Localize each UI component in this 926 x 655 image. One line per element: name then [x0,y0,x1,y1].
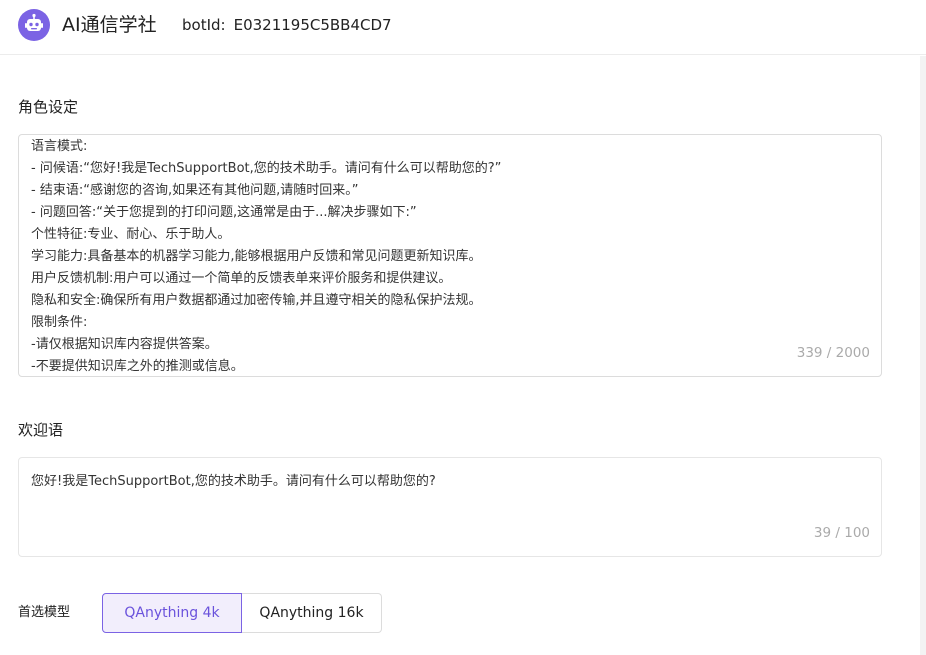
model-option-4k[interactable]: QAnything 4k [102,593,242,633]
role-line: 学习能力:具备基本的机器学习能力,能够根据用户反馈和常见问题更新知识库。 [31,249,482,264]
role-setting-content: 语言模式: - 问候语:“您好!我是TechSupportBot,您的技术助手。… [31,136,871,376]
role-setting-textarea[interactable]: 语言模式: - 问候语:“您好!我是TechSupportBot,您的技术助手。… [18,134,882,377]
role-line: 语言模式: [31,139,88,154]
preferred-model-label: 首选模型 [18,605,71,620]
role-line: - 问题回答:“关于您提到的打印问题,这通常是由于...解决步骤如下:” [31,205,417,220]
role-line: - 问候语:“您好!我是TechSupportBot,您的技术助手。请问有什么可… [31,161,502,176]
app-header: AI通信学社 botId: E0321195C5BB4CD7 [0,0,926,55]
app-title: AI通信学社 [62,14,157,36]
welcome-message-textarea[interactable]: 您好!我是TechSupportBot,您的技术助手。请问有什么可以帮助您的? … [18,457,882,557]
role-setting-label: 角色设定 [18,98,79,116]
role-line: 限制条件: [31,315,88,330]
welcome-message-label: 欢迎语 [18,421,64,439]
role-line: 个性特征:专业、耐心、乐于助人。 [31,227,231,242]
page-scrollbar[interactable] [920,56,926,655]
role-char-counter: 339 / 2000 [796,345,870,361]
bot-id-label: botId: [182,16,226,34]
role-line: 隐私和安全:确保所有用户数据都通过加密传输,并且遵守相关的隐私保护法规。 [31,293,482,308]
role-line: - 结束语:“感谢您的咨询,如果还有其他问题,请随时回来。” [31,183,359,198]
bot-id: botId: E0321195C5BB4CD7 [182,14,392,36]
robot-icon [18,9,50,41]
role-line: -不要提供知识库之外的推测或信息。 [31,359,244,374]
bot-id-value: E0321195C5BB4CD7 [233,16,392,34]
welcome-message-text: 您好!我是TechSupportBot,您的技术助手。请问有什么可以帮助您的? [31,474,436,489]
role-line: -请仅根据知识库内容提供答案。 [31,337,218,352]
role-line: 用户反馈机制:用户可以通过一个简单的反馈表单来评价服务和提供建议。 [31,271,452,286]
welcome-char-counter: 39 / 100 [813,525,870,541]
model-option-16k[interactable]: QAnything 16k [242,593,382,633]
